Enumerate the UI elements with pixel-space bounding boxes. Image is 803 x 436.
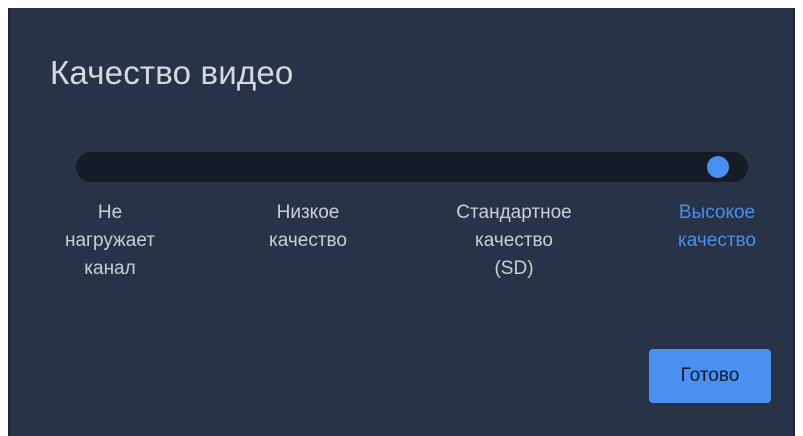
done-button[interactable]: Готово xyxy=(649,349,771,403)
quality-option-no-load[interactable]: Не нагружает канал xyxy=(40,199,180,283)
video-quality-dialog: Качество видео Не нагружает канал Низкое… xyxy=(8,8,795,436)
quality-option-sd[interactable]: Стандартное качество (SD) xyxy=(444,199,584,283)
quality-slider-track[interactable] xyxy=(76,152,748,182)
quality-option-high[interactable]: Высокое качество xyxy=(647,199,787,255)
quality-slider-thumb[interactable] xyxy=(707,156,729,178)
dialog-title: Качество видео xyxy=(50,54,294,91)
quality-option-low[interactable]: Низкое качество xyxy=(238,199,378,255)
